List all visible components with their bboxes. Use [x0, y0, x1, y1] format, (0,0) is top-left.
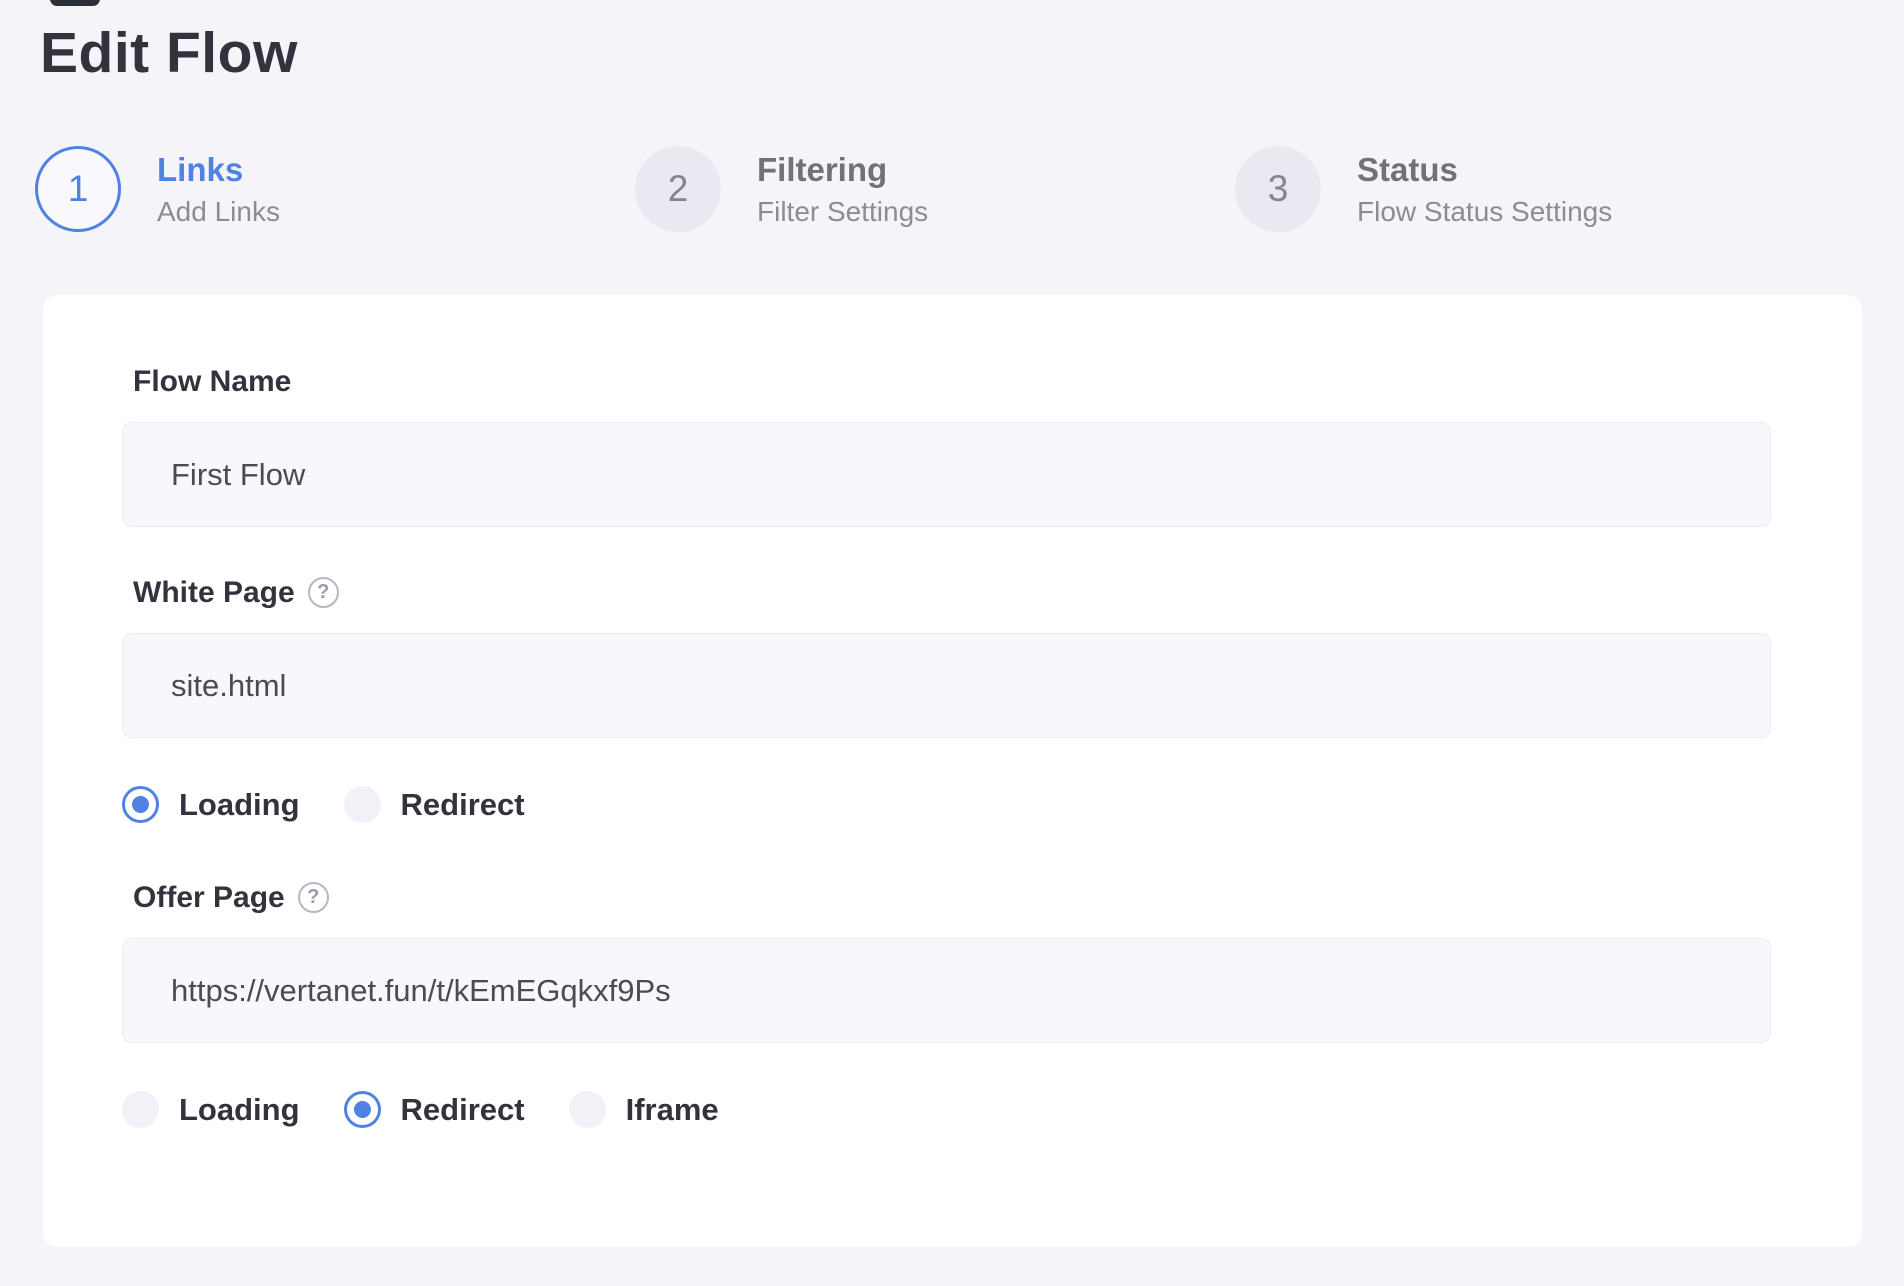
- offer-page-mode-radio-group: Loading Redirect Iframe: [122, 1091, 1771, 1128]
- offer-page-label-row: Offer Page ?: [133, 881, 1771, 914]
- stepper-step-status[interactable]: 3 Status Flow Status Settings: [1235, 146, 1835, 232]
- stepper-step-filtering[interactable]: 2 Filtering Filter Settings: [635, 146, 1235, 232]
- question-mark-icon[interactable]: ?: [308, 577, 339, 608]
- white-page-label: White Page: [133, 576, 295, 609]
- question-mark-icon[interactable]: ?: [298, 882, 329, 913]
- radio-selected-icon[interactable]: [344, 1091, 381, 1128]
- white-page-input[interactable]: [122, 633, 1771, 738]
- step-title: Status: [1357, 151, 1612, 189]
- step-text: Filtering Filter Settings: [757, 151, 928, 228]
- clipped-top-element: [50, 0, 100, 6]
- step-title: Filtering: [757, 151, 928, 189]
- radio-selected-icon[interactable]: [122, 786, 159, 823]
- white-page-redirect-option[interactable]: Redirect: [344, 786, 525, 823]
- flow-name-label: Flow Name: [133, 365, 291, 398]
- offer-page-redirect-option[interactable]: Redirect: [344, 1091, 525, 1128]
- offer-page-input[interactable]: [122, 938, 1771, 1043]
- flow-name-input[interactable]: [122, 422, 1771, 527]
- radio-unselected-icon[interactable]: [569, 1091, 606, 1128]
- step-text: Status Flow Status Settings: [1357, 151, 1612, 228]
- offer-page-loading-option[interactable]: Loading: [122, 1091, 300, 1128]
- offer-page-iframe-option[interactable]: Iframe: [569, 1091, 719, 1128]
- white-page-mode-radio-group: Loading Redirect: [122, 786, 1771, 823]
- step-subtitle: Add Links: [157, 196, 280, 228]
- step-subtitle: Filter Settings: [757, 196, 928, 228]
- radio-unselected-icon[interactable]: [122, 1091, 159, 1128]
- page-title: Edit Flow: [0, 0, 1904, 86]
- white-page-label-row: White Page ?: [133, 576, 1771, 609]
- step-number-badge: 1: [35, 146, 121, 232]
- stepper-step-links[interactable]: 1 Links Add Links: [35, 146, 635, 232]
- step-title: Links: [157, 151, 280, 189]
- step-number-badge: 3: [1235, 146, 1321, 232]
- flow-name-label-row: Flow Name: [133, 365, 1771, 398]
- offer-page-label: Offer Page: [133, 881, 285, 914]
- white-page-loading-option[interactable]: Loading: [122, 786, 300, 823]
- stepper: 1 Links Add Links 2 Filtering Filter Set…: [35, 146, 1835, 232]
- step-text: Links Add Links: [157, 151, 280, 228]
- radio-unselected-icon[interactable]: [344, 786, 381, 823]
- links-form-card: Flow Name White Page ? Loading Redirect …: [43, 295, 1862, 1247]
- step-subtitle: Flow Status Settings: [1357, 196, 1612, 228]
- step-number-badge: 2: [635, 146, 721, 232]
